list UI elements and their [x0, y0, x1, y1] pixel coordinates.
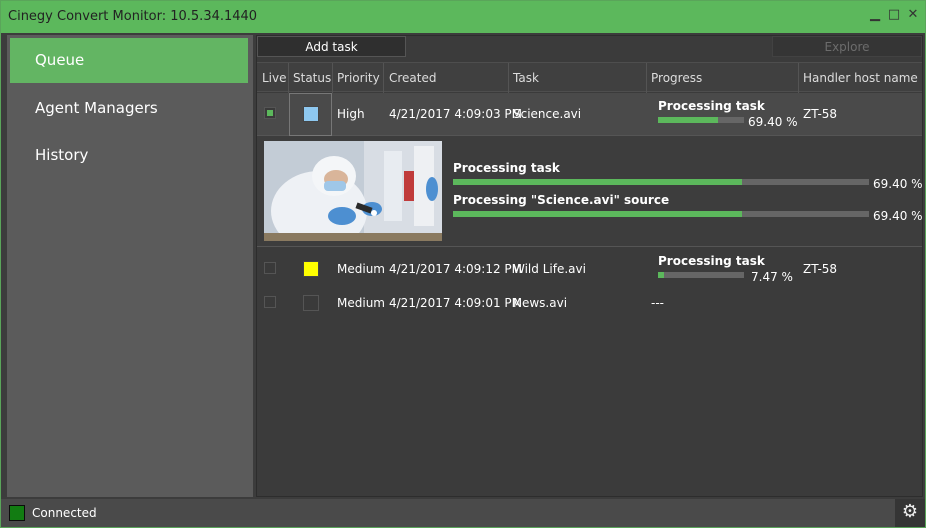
progress-cell: ---	[651, 296, 664, 310]
column-divider[interactable]	[646, 63, 647, 93]
connection-status-text: Connected	[32, 506, 97, 520]
created-cell: 4/21/2017 4:09:03 PM	[389, 107, 523, 121]
status-bar: Connected ⚙	[1, 499, 925, 527]
status-indicator	[303, 261, 319, 277]
status-indicator	[303, 295, 319, 311]
column-divider[interactable]	[288, 63, 289, 93]
live-checkbox[interactable]	[264, 296, 276, 308]
progress-bar	[658, 117, 744, 123]
column-divider[interactable]	[508, 63, 509, 93]
column-header-handler[interactable]: Handler host name	[803, 71, 918, 85]
handler-cell: ZT-58	[803, 107, 838, 121]
priority-cell: High	[337, 107, 365, 121]
status-indicator	[303, 106, 319, 122]
task-detail-panel: Processing task 69.40 % Processing "Scie…	[257, 136, 923, 247]
sidebar-item-history[interactable]: History	[10, 133, 248, 178]
task-cell: Science.avi	[513, 107, 582, 121]
detail-progress-title: Processing task	[453, 161, 560, 175]
progress-percent: 7.47 %	[751, 270, 793, 284]
explore-button[interactable]: Explore	[772, 36, 922, 57]
title-bar: Cinegy Convert Monitor: 10.5.34.1440 ▁ □…	[1, 1, 925, 33]
column-divider[interactable]	[383, 63, 384, 93]
connection-status-indicator	[9, 505, 25, 521]
sidebar-item-queue[interactable]: Queue	[10, 38, 248, 83]
thumbnail-image	[264, 141, 442, 241]
column-header-progress[interactable]: Progress	[651, 71, 702, 85]
detail-source-progress-title: Processing "Science.avi" source	[453, 193, 670, 207]
app-window: Cinegy Convert Monitor: 10.5.34.1440 ▁ □…	[0, 0, 926, 528]
table-row[interactable]: Medium 4/21/2017 4:09:01 PM News.avi ---	[257, 288, 922, 318]
progress-title: Processing task	[658, 254, 765, 268]
progress-bar-fill	[453, 179, 742, 185]
table-row[interactable]: Medium 4/21/2017 4:09:12 PM Wild Life.av…	[257, 248, 922, 288]
video-thumbnail	[264, 141, 442, 241]
progress-bar-fill	[658, 272, 665, 278]
sidebar-item-agent-managers[interactable]: Agent Managers	[10, 86, 248, 131]
detail-source-progress-percent: 69.40 %	[873, 209, 923, 223]
column-header-created[interactable]: Created	[389, 71, 437, 85]
detail-source-progress-bar	[453, 211, 869, 217]
created-cell: 4/21/2017 4:09:12 PM	[389, 262, 523, 276]
table-row[interactable]: High 4/21/2017 4:09:03 PM Science.avi Pr…	[257, 93, 922, 136]
column-header-priority[interactable]: Priority	[337, 71, 380, 85]
detail-progress-percent: 69.40 %	[873, 177, 923, 191]
column-divider[interactable]	[332, 63, 333, 93]
add-task-button[interactable]: Add task	[257, 36, 406, 57]
live-checkbox[interactable]	[264, 262, 276, 274]
table-header: Live Status Priority Created Task Progre…	[257, 62, 922, 93]
gear-icon[interactable]: ⚙	[895, 499, 925, 527]
progress-bar-fill	[453, 211, 742, 217]
handler-cell: ZT-58	[803, 262, 838, 276]
maximize-button[interactable]: □	[886, 7, 902, 25]
close-button[interactable]: ✕	[905, 7, 921, 25]
task-cell: Wild Life.avi	[513, 262, 586, 276]
column-header-live[interactable]: Live	[262, 71, 287, 85]
priority-cell: Medium	[337, 296, 385, 310]
detail-progress-bar	[453, 179, 869, 185]
window-title: Cinegy Convert Monitor: 10.5.34.1440	[8, 9, 258, 24]
progress-percent: 69.40 %	[748, 115, 798, 129]
task-cell: News.avi	[513, 296, 568, 310]
sidebar: Queue Agent Managers History	[7, 35, 253, 497]
live-checkbox[interactable]	[264, 107, 276, 119]
queue-panel: Add task Explore Live Status Priority Cr…	[256, 35, 923, 497]
progress-title: Processing task	[658, 99, 765, 113]
priority-cell: Medium	[337, 262, 385, 276]
column-divider[interactable]	[798, 63, 799, 93]
progress-bar-fill	[658, 117, 718, 123]
progress-bar	[658, 272, 744, 278]
column-header-status[interactable]: Status	[293, 71, 331, 85]
created-cell: 4/21/2017 4:09:01 PM	[389, 296, 523, 310]
minimize-button[interactable]: ▁	[867, 7, 883, 25]
column-header-task[interactable]: Task	[513, 71, 539, 85]
